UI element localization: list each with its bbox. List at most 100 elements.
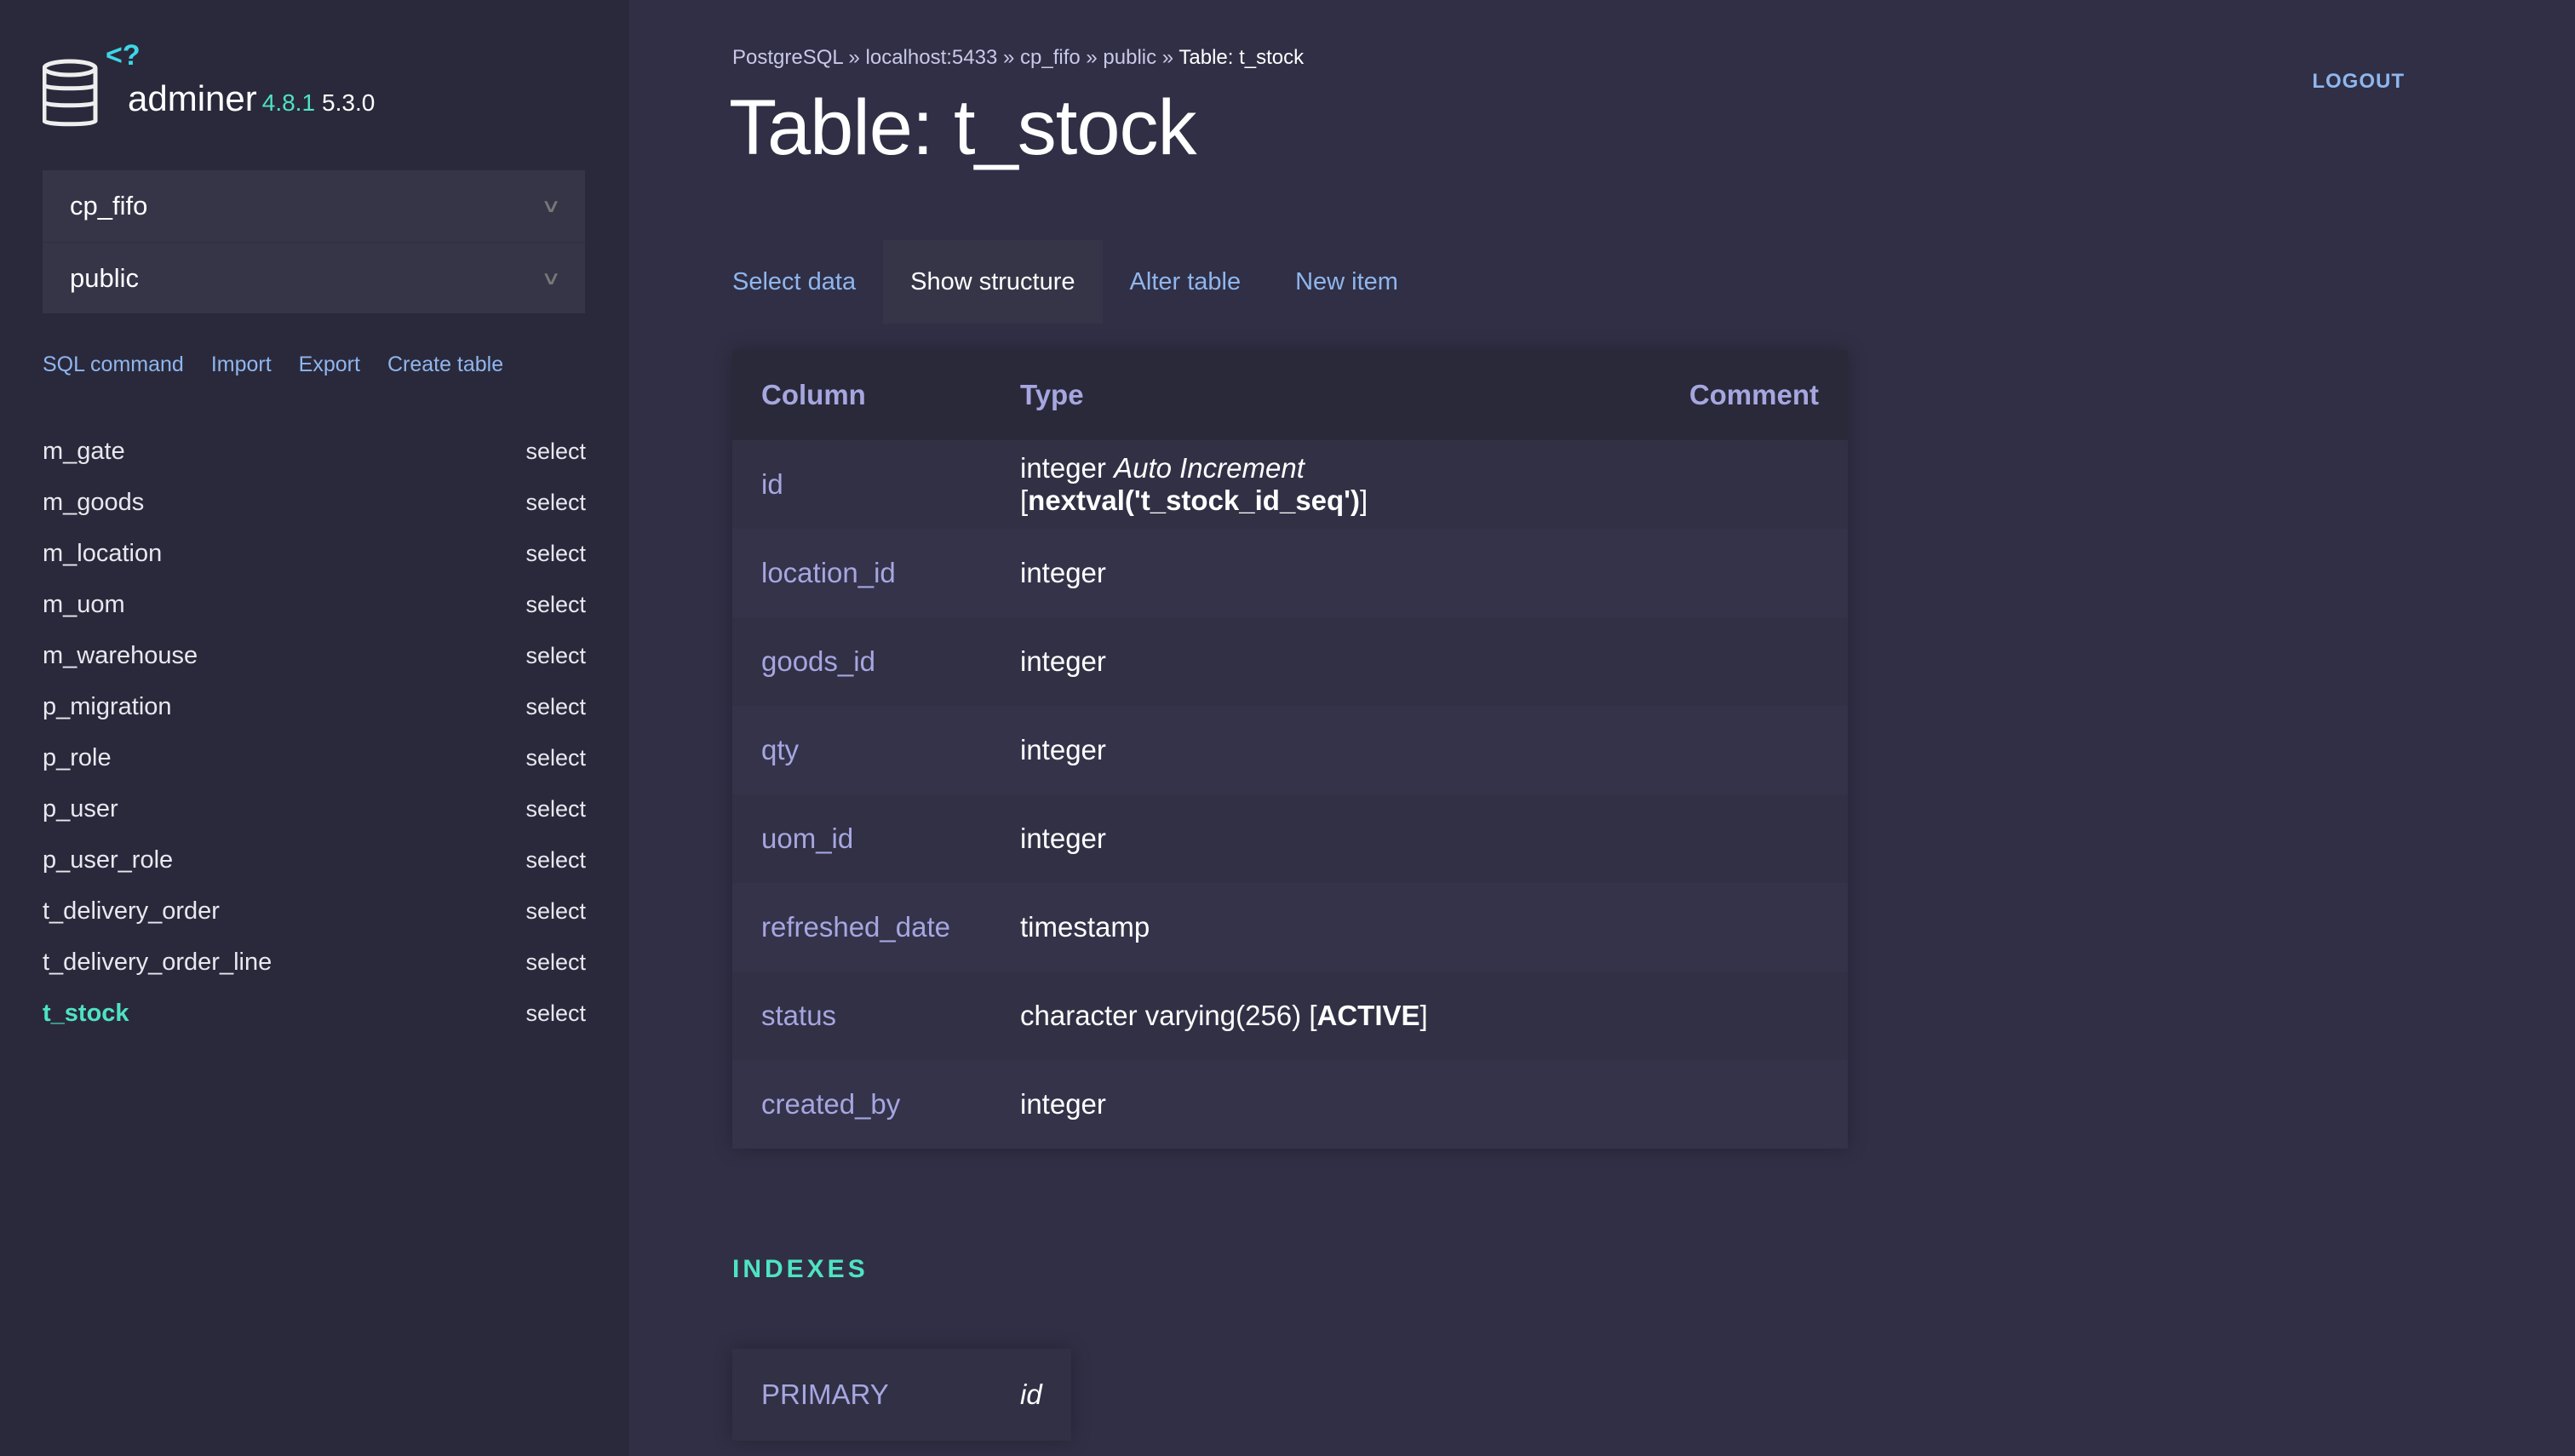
svg-text:<?: <?: [106, 44, 141, 72]
tab-select-data[interactable]: Select data: [732, 240, 883, 324]
index-row: PRIMARY id: [732, 1349, 1071, 1441]
tab-show-structure[interactable]: Show structure: [883, 240, 1103, 324]
default-open: [: [1020, 484, 1029, 516]
column-default: ACTIVE: [1316, 1000, 1420, 1031]
column-type-cell: timestamp: [991, 883, 1660, 972]
column-comment: [1660, 794, 1848, 883]
sidebar-table-item: m_warehouse select: [43, 630, 586, 681]
column-type: integer: [1020, 1088, 1106, 1120]
column-name: refreshed_date: [732, 883, 991, 972]
column-type-cell: integer: [991, 794, 1660, 883]
select-link[interactable]: select: [525, 592, 586, 618]
structure-table: Column Type Comment id integer Auto Incre…: [732, 350, 1848, 1149]
select-link[interactable]: select: [525, 1000, 586, 1027]
tab-alter-table[interactable]: Alter table: [1103, 240, 1269, 324]
table-link[interactable]: p_migration: [43, 693, 172, 721]
app-version: 4.8.1: [261, 89, 316, 116]
table-link[interactable]: m_uom: [43, 591, 125, 619]
default-close: ]: [1360, 484, 1368, 516]
column-name: id: [732, 440, 991, 529]
select-link[interactable]: select: [525, 898, 586, 925]
header-type: Type: [991, 350, 1660, 440]
select-link[interactable]: select: [525, 490, 586, 516]
table-link[interactable]: p_user_role: [43, 846, 173, 874]
table-link[interactable]: m_gate: [43, 438, 125, 466]
sidebar-table-item: p_user_role select: [43, 834, 586, 886]
breadcrumb-link[interactable]: cp_fifo: [1020, 46, 1081, 69]
table-link[interactable]: m_goods: [43, 489, 144, 517]
column-comment: [1660, 529, 1848, 617]
column-type: integer: [1020, 645, 1106, 677]
column-type-cell: character varying(256) [ACTIVE]: [991, 972, 1660, 1060]
app-version-new[interactable]: 5.3.0: [322, 89, 375, 116]
sidebar: <? adminer 4.8.1 5.3.0 cp_fifo ∨ public ∨ SQ…: [0, 0, 629, 1456]
header-column: Column: [732, 350, 991, 440]
column-type: integer: [1020, 557, 1106, 588]
table-row: uom_id integer: [732, 794, 1848, 883]
sidebar-table-item: m_uom select: [43, 579, 586, 630]
export-link[interactable]: Export: [299, 353, 360, 377]
column-comment: [1660, 440, 1848, 529]
select-link[interactable]: select: [525, 796, 586, 823]
default-open: [: [1309, 1000, 1317, 1031]
column-comment: [1660, 1060, 1848, 1149]
breadcrumb-link[interactable]: public: [1103, 46, 1156, 69]
schema-select[interactable]: public ∨: [43, 242, 585, 313]
breadcrumb-link[interactable]: PostgreSQL: [732, 46, 843, 69]
app-name: adminer: [128, 78, 257, 118]
table-link[interactable]: m_warehouse: [43, 642, 198, 670]
database-select[interactable]: cp_fifo ∨: [43, 170, 585, 242]
column-type: timestamp: [1020, 911, 1150, 943]
select-link[interactable]: select: [525, 745, 586, 771]
table-row: created_by integer: [732, 1060, 1848, 1149]
column-name: goods_id: [732, 617, 991, 706]
sql-command-link[interactable]: SQL command: [43, 353, 184, 377]
breadcrumb-current: Table: t_stock: [1179, 46, 1305, 69]
table-tabs: Select data Show structure Alter table N…: [732, 240, 1425, 324]
database-value: cp_fifo: [70, 191, 148, 221]
table-row: goods_id integer: [732, 617, 1848, 706]
chevron-down-icon: ∨: [540, 267, 562, 289]
column-type: integer: [1020, 452, 1106, 484]
select-link[interactable]: select: [525, 643, 586, 669]
logout-button[interactable]: LOGOUT: [2312, 70, 2405, 94]
column-type: character varying(256): [1020, 1000, 1302, 1031]
column-name: qty: [732, 706, 991, 794]
table-link[interactable]: p_role: [43, 744, 112, 772]
column-comment: [1660, 617, 1848, 706]
table-link[interactable]: t_delivery_order_line: [43, 949, 272, 977]
select-link[interactable]: select: [525, 847, 586, 874]
column-type-cell: integer: [991, 529, 1660, 617]
table-link[interactable]: p_user: [43, 795, 118, 823]
default-close: ]: [1419, 1000, 1428, 1031]
column-extra: Auto Increment: [1114, 452, 1305, 484]
column-comment: [1660, 706, 1848, 794]
header-comment: Comment: [1660, 350, 1848, 440]
select-link[interactable]: select: [525, 541, 586, 567]
column-comment: [1660, 972, 1848, 1060]
table-row: location_id integer: [732, 529, 1848, 617]
breadcrumb-link[interactable]: localhost:5433: [866, 46, 998, 69]
create-table-link[interactable]: Create table: [387, 353, 503, 377]
column-type: integer: [1020, 734, 1106, 765]
column-type-cell: integer: [991, 1060, 1660, 1149]
column-name: created_by: [732, 1060, 991, 1149]
sidebar-table-item: p_user select: [43, 783, 586, 834]
column-default: nextval('t_stock_id_seq'): [1028, 484, 1361, 516]
column-name: uom_id: [732, 794, 991, 883]
table-link[interactable]: t_stock: [43, 1000, 129, 1028]
select-link[interactable]: select: [525, 694, 586, 720]
table-link[interactable]: m_location: [43, 540, 162, 568]
tab-new-item[interactable]: New item: [1268, 240, 1425, 324]
sidebar-table-item: t_delivery_order select: [43, 886, 586, 937]
schema-value: public: [70, 262, 139, 293]
select-link[interactable]: select: [525, 439, 586, 465]
select-link[interactable]: select: [525, 949, 586, 976]
column-type-cell: integer: [991, 617, 1660, 706]
sidebar-links: SQL command Import Export Create table: [43, 353, 503, 377]
column-type-cell: integer: [991, 706, 1660, 794]
table-link[interactable]: t_delivery_order: [43, 897, 220, 926]
breadcrumb-separator: »: [1080, 46, 1104, 69]
table-row: refreshed_date timestamp: [732, 883, 1848, 972]
import-link[interactable]: Import: [211, 353, 272, 377]
